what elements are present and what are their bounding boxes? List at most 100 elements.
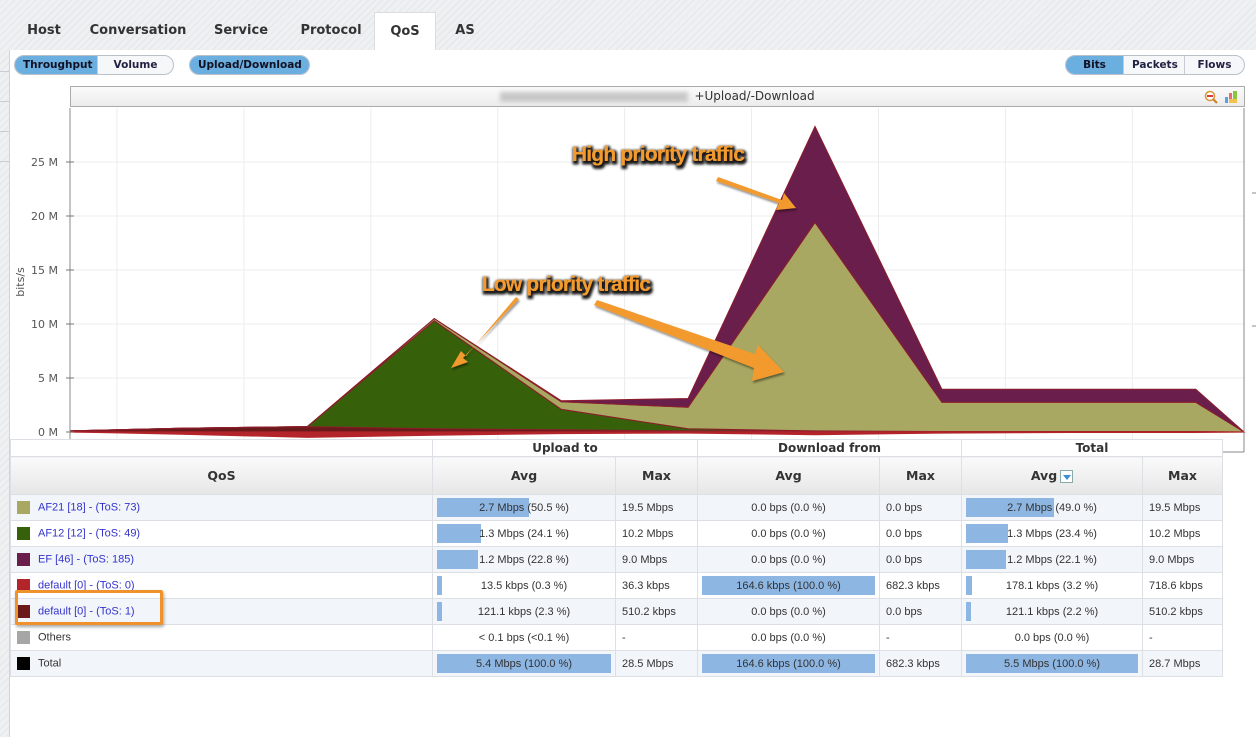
color-swatch [17, 631, 30, 644]
table-row: AF12 [12] - (ToS: 49) 1.3 Mbps (24.1 %) 10… [10, 520, 1223, 547]
total-avg-cell: 1.3 Mbps (23.4 %) [961, 520, 1143, 547]
qos-class-link[interactable]: default [0] - (ToS: 0) [38, 580, 135, 592]
upload-avg-header[interactable]: Avg [432, 456, 616, 495]
download-max-header[interactable]: Max [879, 456, 962, 495]
qos-name-cell: default [0] - (ToS: 1) [10, 598, 433, 625]
low-priority-label: Low priority traffic [482, 273, 651, 296]
qos-name-cell: Others [10, 624, 433, 651]
upload-max-cell: 19.5 Mbps [615, 494, 698, 521]
avg-value: 0.0 bps (0.0 %) [751, 501, 826, 514]
total-avg-cell: 5.5 Mbps (100.0 %) [961, 650, 1143, 677]
table-row: Others < 0.1 bps (<0.1 %) - 0.0 bps (0.0 %)… [10, 624, 1223, 651]
avg-value: 0.0 bps (0.0 %) [751, 553, 826, 566]
upload-avg-cell: 5.4 Mbps (100.0 %) [432, 650, 616, 677]
table-row: default [0] - (ToS: 1) 121.1 kbps (2.3 %)… [10, 598, 1223, 625]
download-group-header: Download from [697, 439, 962, 457]
table-row: default [0] - (ToS: 0) 13.5 kbps (0.3 %) 3… [10, 572, 1223, 599]
table-row: AF21 [18] - (ToS: 73) 2.7 Mbps (50.5 %) 19… [10, 494, 1223, 521]
avg-value: 5.4 Mbps (100.0 %) [476, 657, 572, 670]
color-swatch [17, 657, 30, 670]
upload-max-header[interactable]: Max [615, 456, 698, 495]
avg-value: 1.2 Mbps (22.8 %) [479, 553, 569, 566]
avg-value: 0.0 bps (0.0 %) [751, 527, 826, 540]
upload-avg-cell: 2.7 Mbps (50.5 %) [432, 494, 616, 521]
percent-bar [437, 550, 479, 569]
total-avg-label: Avg [1030, 468, 1058, 483]
percent-bar [437, 524, 481, 543]
total-avg-cell: 1.2 Mbps (22.1 %) [961, 546, 1143, 573]
download-max-cell: 682.3 kbps [879, 572, 962, 599]
download-avg-cell: 164.6 kbps (100.0 %) [697, 650, 880, 677]
upload-avg-cell: 1.2 Mbps (22.8 %) [432, 546, 616, 573]
total-max-cell: 10.2 Mbps [1142, 520, 1223, 547]
download-avg-cell: 0.0 bps (0.0 %) [697, 494, 880, 521]
qos-name-cell: Total [10, 650, 433, 677]
total-avg-cell: 0.0 bps (0.0 %) [961, 624, 1143, 651]
avg-value: 0.0 bps (0.0 %) [751, 605, 826, 618]
avg-value: 0.0 bps (0.0 %) [1014, 631, 1090, 644]
table-row: Total 5.4 Mbps (100.0 %) 28.5 Mbps 164.6 kb… [10, 650, 1223, 677]
qos-class-link[interactable]: AF12 [12] - (ToS: 49) [38, 528, 140, 540]
qos-class-link[interactable]: default [0] - (ToS: 1) [38, 606, 135, 618]
download-avg-cell: 0.0 bps (0.0 %) [697, 520, 880, 547]
total-max-cell: 9.0 Mbps [1142, 546, 1223, 573]
percent-bar [437, 576, 443, 595]
download-max-cell: 0.0 bps [879, 494, 962, 521]
qos-name-cell: EF [46] - (ToS: 185) [10, 546, 433, 573]
qos-name-cell: default [0] - (ToS: 0) [10, 572, 433, 599]
qos-class-label: Others [38, 631, 72, 644]
high-priority-label: High priority traffic [572, 143, 745, 166]
percent-bar [966, 602, 972, 621]
avg-value: 2.7 Mbps (49.0 %) [1007, 501, 1097, 514]
y-tick-label: 0 M [38, 426, 58, 439]
qos-table: Upload to Download from Total QoS Avg Ma… [10, 439, 1223, 677]
avg-value: 164.6 kbps (100.0 %) [736, 579, 841, 592]
y-axis-label: bits/s [14, 267, 27, 297]
blank-header [10, 439, 433, 457]
avg-value: 1.3 Mbps (23.4 %) [1007, 527, 1097, 540]
download-avg-header[interactable]: Avg [697, 456, 880, 495]
upload-max-cell: 510.2 kbps [615, 598, 698, 625]
total-max-cell: 718.6 kbps [1142, 572, 1223, 599]
upload-max-cell: 9.0 Mbps [615, 546, 698, 573]
y-tick-label: 25 M [31, 156, 58, 169]
sort-descending-icon[interactable] [1060, 470, 1074, 483]
upload-avg-cell: 121.1 kbps (2.3 %) [432, 598, 616, 625]
avg-value: 0.0 bps (0.0 %) [751, 631, 826, 644]
avg-value: 121.1 kbps (2.3 %) [477, 605, 571, 618]
qos-name-cell: AF12 [12] - (ToS: 49) [10, 520, 433, 547]
download-avg-cell: 0.0 bps (0.0 %) [697, 598, 880, 625]
y-tick-label: 15 M [31, 264, 58, 277]
upload-group-header: Upload to [432, 439, 698, 457]
color-swatch [17, 501, 30, 514]
total-avg-header[interactable]: Avg [961, 456, 1143, 495]
total-max-cell: 28.7 Mbps [1142, 650, 1223, 677]
download-avg-cell: 164.6 kbps (100.0 %) [697, 572, 880, 599]
color-swatch [17, 579, 30, 592]
download-max-cell: 682.3 kbps [879, 650, 962, 677]
qos-class-label: Total [38, 657, 62, 670]
avg-value: 164.6 kbps (100.0 %) [736, 657, 841, 670]
upload-max-cell: 36.3 kbps [615, 572, 698, 599]
qos-name-cell: AF21 [18] - (ToS: 73) [10, 494, 433, 521]
percent-bar [966, 524, 1009, 543]
y-tick-label: 10 M [31, 318, 58, 331]
upload-max-cell: 10.2 Mbps [615, 520, 698, 547]
upload-max-cell: - [615, 624, 698, 651]
qos-column-header[interactable]: QoS [10, 456, 433, 495]
total-max-cell: 510.2 kbps [1142, 598, 1223, 625]
total-avg-cell: 178.1 kbps (3.2 %) [961, 572, 1143, 599]
y-tick-label: 20 M [31, 210, 58, 223]
qos-class-link[interactable]: AF21 [18] - (ToS: 73) [38, 502, 140, 514]
download-max-cell: 0.0 bps [879, 598, 962, 625]
total-avg-cell: 121.1 kbps (2.2 %) [961, 598, 1143, 625]
total-avg-cell: 2.7 Mbps (49.0 %) [961, 494, 1143, 521]
avg-value: 121.1 kbps (2.2 %) [1005, 605, 1099, 618]
qos-class-link[interactable]: EF [46] - (ToS: 185) [38, 554, 134, 566]
percent-bar [966, 550, 1006, 569]
download-avg-cell: 0.0 bps (0.0 %) [697, 546, 880, 573]
upload-avg-cell: 13.5 kbps (0.3 %) [432, 572, 616, 599]
upload-max-cell: 28.5 Mbps [615, 650, 698, 677]
percent-bar [966, 576, 972, 595]
total-max-header[interactable]: Max [1142, 456, 1223, 495]
